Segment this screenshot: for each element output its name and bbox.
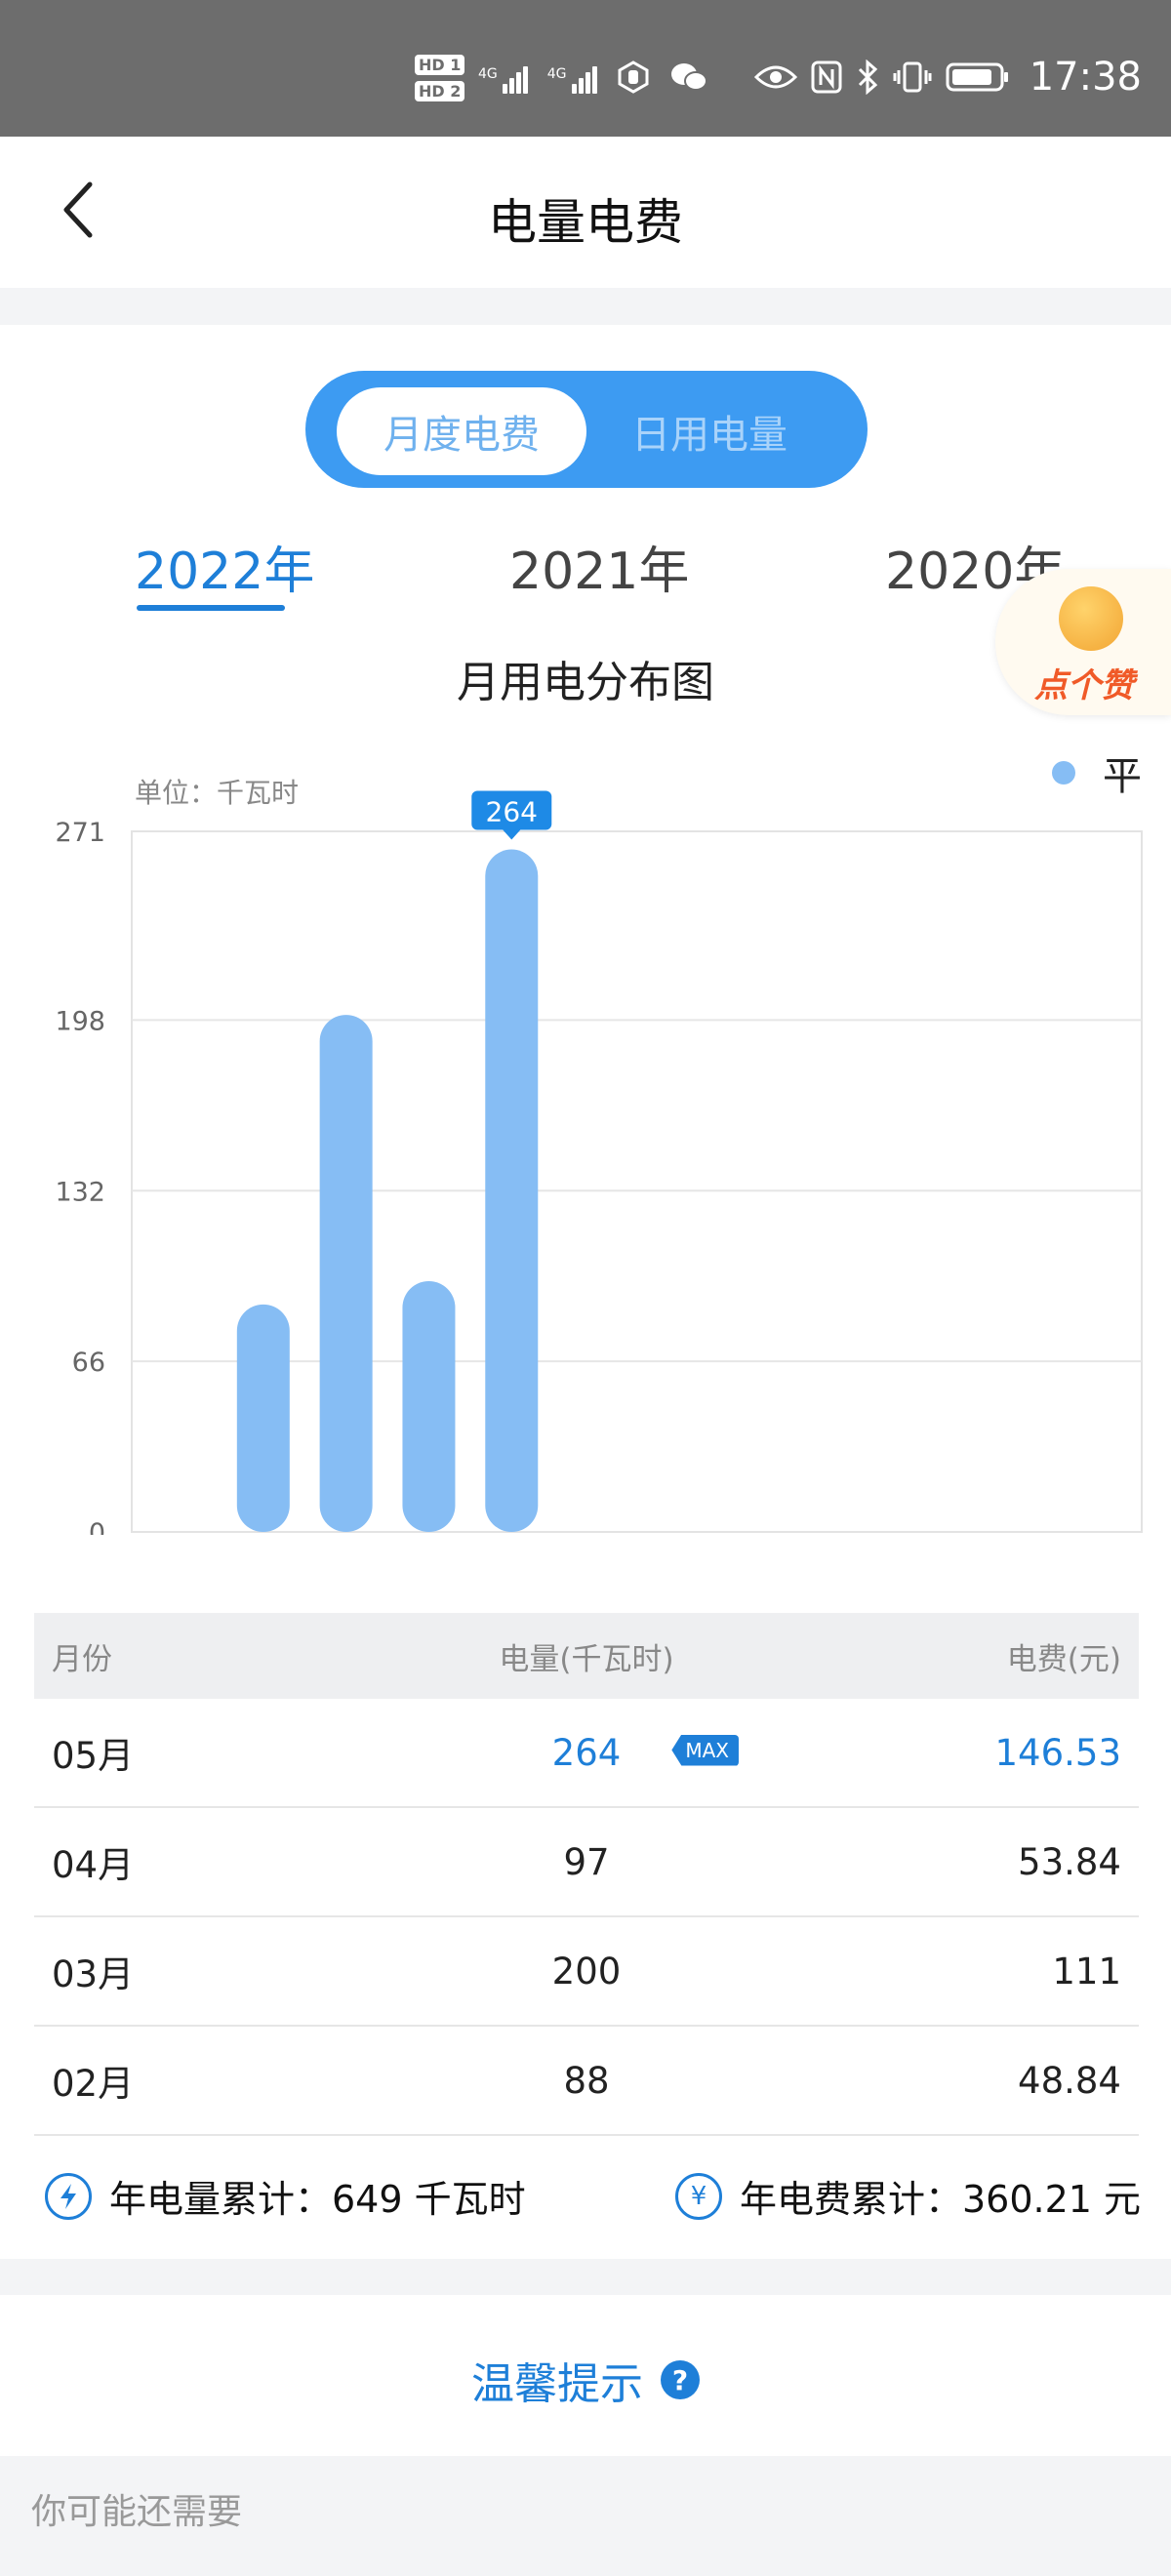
more-section-label: 你可能还需要 (31, 2492, 243, 2532)
privacy-icon (617, 60, 650, 94)
annual-kwh-summary: 年电量累计：649 千瓦时 (45, 2169, 526, 2223)
annual-fee-summary: ¥ 年电费累计：360.21 元 (675, 2169, 1141, 2223)
monthly-usage-chart: 单位：千瓦时0661321982711月2月3月4月5月6月7月8月9月10月1… (55, 777, 1143, 1535)
network-type-label: 4G (478, 66, 498, 82)
highlight-tooltip: 264 (471, 790, 552, 840)
table-row: 04月 97 53.84 (34, 1808, 1139, 1917)
row-month: 04月 (52, 1844, 135, 1886)
signal-icon: 4G (547, 66, 597, 94)
usage-table: 月份 电量(千瓦时) 电费(元) 05月 264 MAX 146.53 04月 9… (34, 1613, 1139, 2136)
bar-2月 (236, 1304, 290, 1532)
sim2-label: HD 2 (415, 81, 465, 101)
tips-label: 温馨提示 (471, 2359, 643, 2409)
year-tab-indicator (137, 605, 285, 611)
row-month: 03月 (52, 1953, 135, 1995)
annual-fee-label: 年电费累计：360.21 元 (740, 2178, 1142, 2221)
lightning-icon (45, 2172, 92, 2220)
chart-unit-label: 单位：千瓦时 (135, 777, 299, 809)
tooltip-value: 264 (486, 796, 538, 828)
wechat-icon (669, 60, 708, 94)
tab-year-2021[interactable]: 2021年 (509, 530, 689, 603)
row-kwh: 88 (563, 2059, 610, 2102)
y-tick-label: 132 (55, 1177, 105, 1207)
table-header: 月份 电量(千瓦时) 电费(元) (34, 1613, 1139, 1699)
row-month: 05月 (52, 1735, 135, 1777)
yuan-icon: ¥ (675, 2172, 722, 2220)
row-fee: 146.53 (994, 1731, 1121, 1774)
chart-title: 月用电分布图 (457, 658, 714, 707)
sim1-label: HD 1 (415, 55, 465, 75)
row-month: 02月 (52, 2063, 135, 2105)
y-tick-label: 0 (89, 1518, 105, 1535)
signal-icon: 4G (478, 66, 528, 94)
eye-icon (753, 63, 797, 91)
header-kwh: 电量(千瓦时) (499, 1641, 674, 1677)
row-kwh: 264 (551, 1731, 622, 1774)
main-card: 月度电费 日用电量 2022年 2021年 2020年 点个赞 月用电分布图 平… (0, 325, 1171, 2259)
y-tick-label: 198 (55, 1006, 105, 1036)
bar-4月 (402, 1281, 456, 1532)
max-badge: MAX (671, 1734, 739, 1766)
tips-link[interactable]: 温馨提示 ? (0, 2349, 1171, 2411)
tips-section: 温馨提示 ? (0, 2295, 1171, 2456)
page-title: 电量电费 (488, 194, 683, 251)
table-row: 03月 200 111 (34, 1917, 1139, 2027)
tab-year-2022[interactable]: 2022年 (135, 530, 314, 603)
view-toggle: 月度电费 日用电量 (305, 371, 868, 488)
y-tick-label: 271 (55, 818, 105, 848)
smiley-icon (1059, 586, 1123, 651)
annual-summary: 年电量累计：649 千瓦时 ¥ 年电费累计：360.21 元 (0, 2150, 1171, 2228)
row-kwh: 97 (563, 1840, 610, 1883)
bar-5月 (485, 849, 539, 1532)
toggle-daily-usage[interactable]: 日用电量 (618, 387, 868, 475)
help-icon: ? (661, 2360, 700, 2399)
toggle-monthly-fee[interactable]: 月度电费 (337, 387, 586, 475)
vibrate-icon (893, 60, 932, 94)
row-fee: 48.84 (1018, 2059, 1121, 2102)
header-fee: 电费(元) (1006, 1641, 1121, 1677)
y-tick-label: 66 (72, 1348, 105, 1378)
app-header: 电量电费 (0, 137, 1171, 288)
row-fee: 53.84 (1018, 1840, 1121, 1883)
bar-3月 (319, 1015, 373, 1532)
signal-indicators: 4G 4G (478, 60, 708, 94)
status-bar: HD 1 HD 2 4G 4G 17:38 (0, 0, 1171, 137)
bluetooth-icon (856, 60, 879, 95)
sim-indicators: HD 1 HD 2 (415, 55, 465, 101)
status-time: 17:38 (1029, 55, 1142, 100)
tooltip-pointer (503, 829, 521, 840)
table-row: 02月 88 48.84 (34, 2027, 1139, 2136)
table-row: 05月 264 MAX 146.53 (34, 1699, 1139, 1808)
row-kwh: 200 (551, 1950, 622, 1992)
header-month: 月份 (52, 1641, 112, 1677)
row-fee: 111 (1052, 1950, 1121, 1992)
nfc-icon (811, 60, 842, 94)
status-right: 17:38 (753, 55, 1142, 100)
battery-icon (946, 60, 1010, 94)
network-type-label: 4G (546, 66, 567, 82)
annual-kwh-label: 年电量累计：649 千瓦时 (109, 2178, 526, 2221)
